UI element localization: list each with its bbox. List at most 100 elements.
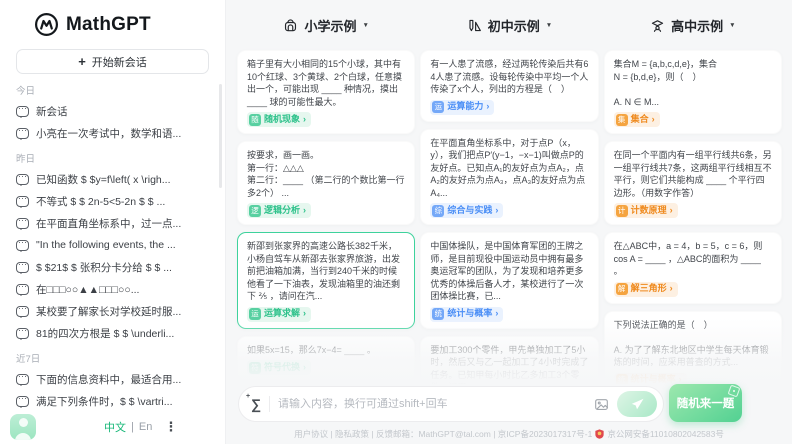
skill-tag[interactable]: 解解三角形› (614, 282, 678, 297)
conversation-item[interactable]: 某校要了解家长对学校延时服... (0, 300, 225, 322)
example-card[interactable]: 在平面直角坐标系中，对于点P（x，y），我们把点P′(y−1，−x−1)叫做点P… (420, 129, 598, 226)
chevron-down-icon: ▼ (362, 22, 368, 29)
example-card[interactable]: 在△ABC中，a = 4，b = 5，c = 6，则 cos A = ____ … (604, 232, 782, 304)
graduation-cap-icon (650, 18, 665, 33)
card-question: 如果5x=15，那么7x−4= ____ 。 (247, 344, 405, 357)
column-title: 小学示例 (304, 16, 356, 35)
chat-bubble-icon (16, 328, 29, 339)
lang-zh[interactable]: 中文 (104, 419, 126, 435)
chevron-right-icon: › (486, 101, 489, 113)
footer: 用户协议 | 隐私政策 | 反馈邮箱：MathGPT@tal.com | 京IC… (226, 428, 792, 440)
example-card[interactable]: 有一人患了流感，经过两轮传染后共有64人患了流感。设每轮传染中平均一个人传染了x… (420, 50, 598, 122)
conversation-item[interactable]: 下面的信息资料中，最适合用... (0, 368, 225, 390)
card-question: 下列说法正确的是（ ） A. 为了了解东北地区中学生每天体育锻炼的时间，应采用普… (614, 319, 772, 369)
conversation-item[interactable]: 已知函数 $ $y=f\left( x \righ... (0, 168, 225, 190)
example-card-highlighted[interactable]: 新邵到张家界的高速公路长382千米，小杨自驾车从新邵去张家界旅游，出发前把油箱加… (237, 232, 415, 329)
message-input[interactable] (278, 398, 586, 410)
sidebar-bottom-bar: 中文 | En ⋮ (0, 410, 225, 444)
chevron-right-icon: › (495, 308, 498, 320)
chevron-right-icon: › (495, 205, 498, 217)
card-question: 箱子里有大小相同的15个小球，其中有10个红球、3个黄球、2个白球，任意摸出一个… (247, 58, 405, 108)
chevron-right-icon: › (670, 283, 673, 295)
example-card[interactable]: 集合M = {a,b,c,d,e}，集合 N = {b,d,e}，则（ ） A.… (604, 50, 782, 134)
user-avatar[interactable] (10, 414, 36, 440)
chevron-right-icon: › (303, 308, 306, 320)
skill-tag[interactable]: 集集合› (614, 112, 660, 127)
section-label-yesterday: 昨日 (0, 144, 225, 168)
chevron-right-icon: › (303, 362, 306, 374)
tag-badge-icon: 综 (432, 205, 444, 217)
high-school-dropdown[interactable]: 高中示例 ▼ (604, 0, 782, 50)
conversation-item[interactable]: 81的四次方根是 $ $ \underli... (0, 322, 225, 344)
skill-tag[interactable]: 运运算求解› (247, 307, 311, 322)
skill-tag[interactable]: 符符号代换› (247, 360, 311, 375)
example-columns: 小学示例 ▼ 箱子里有大小相同的15个小球，其中有10个红球、3个黄球、2个白球… (226, 0, 792, 384)
skill-tag[interactable]: 计计数原理› (614, 203, 678, 218)
skill-tag[interactable]: 统统计与概率› (614, 373, 687, 385)
section-label-last7days: 近7日 (0, 344, 225, 368)
conversation-item[interactable]: 小亮在一次考试中，数学和语... (0, 122, 225, 144)
chevron-right-icon: › (670, 205, 673, 217)
column-title: 初中示例 (488, 16, 540, 35)
chat-bubble-icon (16, 196, 29, 207)
example-card[interactable]: 要加工300个零件，甲先单独加工了5小时，然后又与乙一起加工了4小时完成了任务。… (420, 336, 598, 385)
lang-en[interactable]: En (139, 421, 152, 433)
conversation-item[interactable]: 在平面直角坐标系中，过一点... (0, 212, 225, 234)
tag-badge-icon: 运 (249, 308, 261, 320)
send-button[interactable] (617, 391, 657, 417)
example-card[interactable]: 按要求，画一画。 第一行：△△△ 第二行：____ （第二行的个数比第一行多2个… (237, 141, 415, 225)
card-question: 在△ABC中，a = 4，b = 5，c = 6，则 cos A = ____ … (614, 240, 772, 278)
conversation-item[interactable]: 在□□□○○▲▲□□□○○... (0, 278, 225, 300)
example-card[interactable]: 如果5x=15，那么7x−4= ____ 。 符符号代换› (237, 336, 415, 383)
example-card[interactable]: 中国体操队，是中国体育军团的王牌之师，是目前现役中国运动员中拥有最多奥运冠军的团… (420, 232, 598, 329)
chat-bubble-icon (16, 374, 29, 385)
example-card[interactable]: 下列说法正确的是（ ） A. 为了了解东北地区中学生每天体育锻炼的时间，应采用普… (604, 311, 782, 385)
sidebar-scrollbar[interactable] (219, 84, 222, 188)
paper-plane-icon (631, 398, 644, 410)
lang-divider: | (131, 421, 134, 433)
chevron-right-icon: › (652, 114, 655, 126)
plus-icon: + (78, 55, 86, 68)
footer-links[interactable]: 用户协议 | 隐私政策 | 反馈邮箱：MathGPT@tal.com | 京IC… (294, 428, 592, 440)
language-switcher: 中文 | En (104, 419, 152, 435)
conversation-item[interactable]: $ $21$ $ 张积分卡分给 $ $ ... (0, 256, 225, 278)
formula-icon[interactable]: ∑ (251, 396, 261, 412)
app-title: MathGPT (66, 14, 151, 36)
column-middle-school: 初中示例 ▼ 有一人患了流感，经过两轮传染后共有64人患了流感。设每轮传染中平均… (420, 0, 598, 384)
chevron-down-icon: ▼ (546, 22, 552, 29)
police-badge-icon (595, 429, 604, 439)
example-card[interactable]: 箱子里有大小相同的15个小球，其中有10个红球、3个黄球、2个白球，任意摸出一个… (237, 50, 415, 134)
chat-bubble-icon (16, 306, 29, 317)
column-high-school: 高中示例 ▼ 集合M = {a,b,c,d,e}，集合 N = {b,d,e}，… (604, 0, 782, 384)
tag-badge-icon: 随 (249, 114, 261, 126)
conversation-item[interactable]: 不等式 $ $ 2n-5<5-2n $ $ ... (0, 190, 225, 212)
conversation-item[interactable]: 新会话 (0, 100, 225, 122)
more-menu-icon[interactable]: ⋮ (164, 419, 177, 435)
tag-badge-icon: 解 (616, 283, 628, 295)
skill-tag[interactable]: 运运算能力› (430, 100, 494, 115)
new-chat-button[interactable]: + 开始新会话 (16, 49, 209, 74)
random-question-button[interactable]: 随机来一题 (669, 384, 742, 422)
column-elementary: 小学示例 ▼ 箱子里有大小相同的15个小球，其中有10个红球、3个黄球、2个白球… (237, 0, 415, 384)
random-question-label: 随机来一题 (677, 395, 735, 411)
middle-school-dropdown[interactable]: 初中示例 ▼ (420, 0, 598, 50)
backpack-icon (283, 18, 298, 33)
example-card[interactable]: 在同一个平面内有一组平行线共6条，另一组平行线共7条，这两组平行线相互不平行，则… (604, 141, 782, 225)
chat-bubble-icon (16, 262, 29, 273)
card-question: 中国体操队，是中国体育军团的王牌之师，是目前现役中国运动员中拥有最多奥运冠军的团… (430, 240, 588, 303)
skill-tag[interactable]: 逻逻辑分析› (247, 203, 311, 218)
skill-tag[interactable]: 随随机现象› (247, 112, 311, 127)
conversation-item[interactable]: "In the following events, the ... (0, 234, 225, 256)
skill-tag[interactable]: 统统计与概率› (430, 307, 503, 322)
conversation-item[interactable]: 满足下列条件时，$ $ \vartri... (0, 390, 225, 412)
card-question: 在平面直角坐标系中，对于点P（x，y），我们把点P′(y−1，−x−1)叫做点P… (430, 137, 588, 200)
conversation-list: 今日 新会话 小亮在一次考试中，数学和语... 昨日 已知函数 $ $y=f\l… (0, 76, 225, 416)
chat-bubble-icon (16, 174, 29, 185)
chat-bubble-icon (16, 396, 29, 407)
upload-image-icon[interactable] (594, 397, 609, 412)
mathgpt-logo-icon (34, 12, 59, 37)
skill-tag[interactable]: 综综合与实践› (430, 203, 503, 218)
card-question: 新邵到张家界的高速公路长382千米，小杨自驾车从新邵去张家界旅游，出发前把油箱加… (247, 240, 405, 303)
elementary-dropdown[interactable]: 小学示例 ▼ (237, 0, 415, 50)
footer-police-record[interactable]: 京公网安备11010802042583号 (607, 428, 724, 440)
